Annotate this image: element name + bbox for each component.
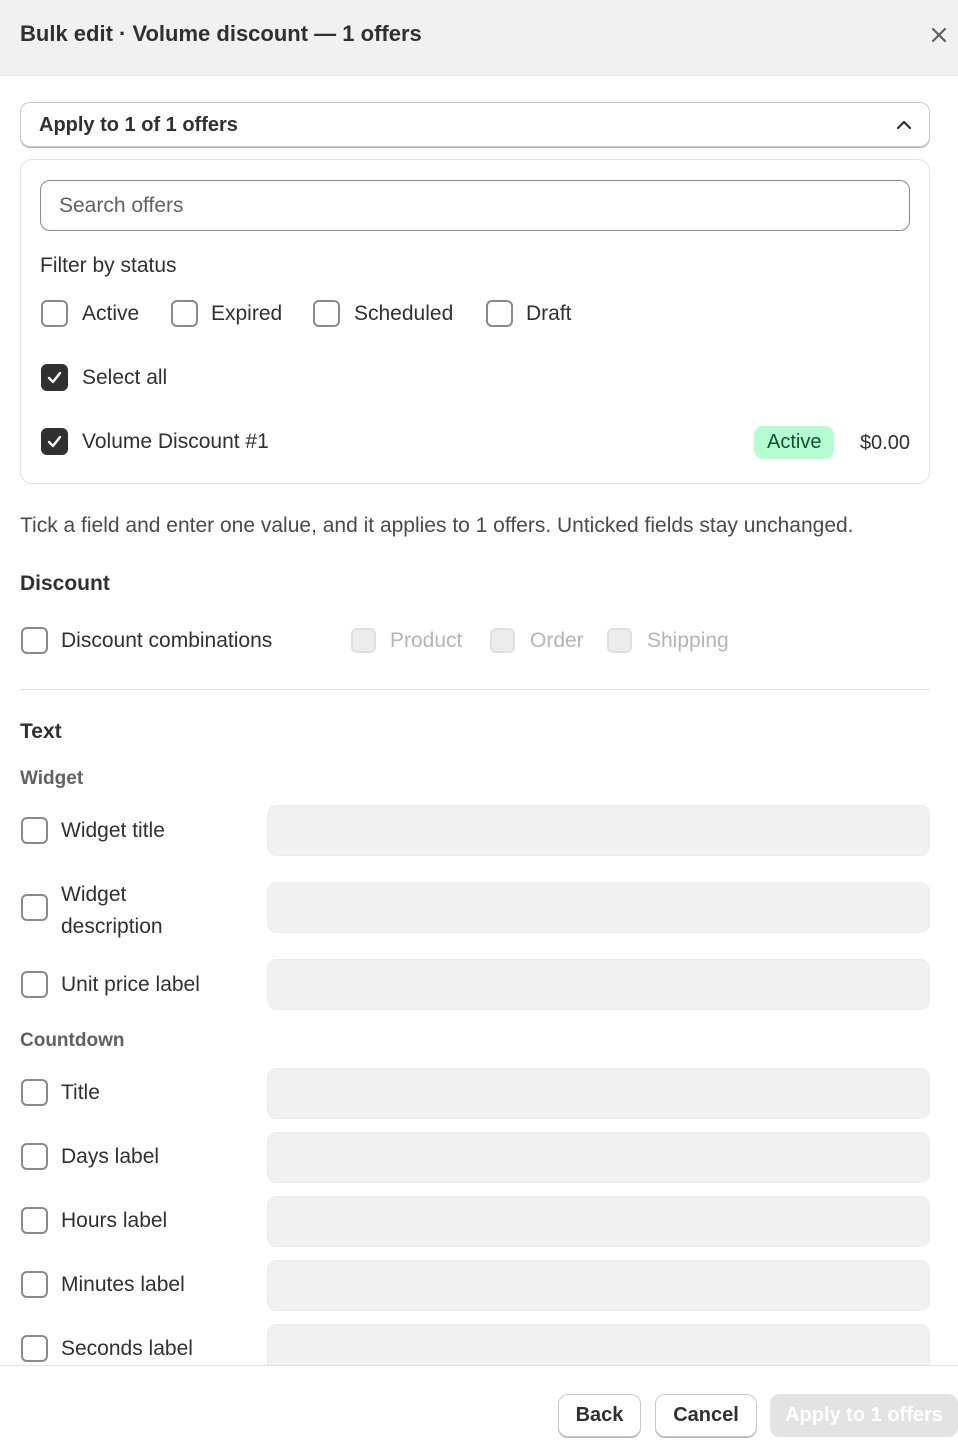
select-all-checkbox[interactable] [41,364,68,391]
back-button[interactable]: Back [558,1394,641,1437]
checkmark-icon [47,435,62,448]
apply-button[interactable]: Apply to 1 offers [770,1394,958,1437]
apply-to-offers-toggle[interactable]: Apply to 1 of 1 offers [20,102,930,147]
hours-label-input[interactable] [267,1196,930,1247]
product-combination-checkbox[interactable] [351,628,376,653]
days-label-checkbox[interactable] [21,1143,48,1170]
offer-price: $0.00 [859,432,910,454]
cancel-button[interactable]: Cancel [655,1394,757,1437]
status-draft-checkbox[interactable] [486,300,513,327]
widget-title-checkbox[interactable] [21,817,48,844]
countdown-title-checkbox[interactable] [21,1079,48,1106]
seconds-label-checkbox[interactable] [21,1335,48,1362]
section-divider [20,689,930,690]
discount-combinations-checkbox[interactable] [21,627,48,654]
status-expired-checkbox[interactable] [171,300,198,327]
checkmark-icon [47,371,62,384]
shipping-combination-checkbox[interactable] [607,628,632,653]
minutes-label-label: Minutes label [61,1273,185,1296]
unit-price-label-checkbox[interactable] [21,971,48,998]
offer-checkbox[interactable] [41,428,68,455]
product-combination-label: Product [390,629,463,652]
days-label-label: Days label [61,1145,160,1168]
modal-footer: Back Cancel Apply to 1 offers [0,1365,958,1452]
modal-body[interactable]: Apply to 1 of 1 offers Filter by status … [0,76,958,1365]
seconds-label-label: Seconds label [61,1337,193,1360]
widget-description-checkbox[interactable] [21,894,48,921]
widget-title-input[interactable] [267,805,930,856]
status-active-label: Active [82,302,140,325]
discount-combinations-label: Discount combinations [61,629,273,652]
widget-title-label: Widget title [61,819,165,842]
text-section-title: Text [20,720,62,743]
discount-section-title: Discount [20,572,110,595]
minutes-label-input[interactable] [267,1260,930,1311]
shipping-combination-label: Shipping [647,629,729,652]
filter-by-status-label: Filter by status [40,254,177,277]
offer-name: Volume Discount #1 [82,430,269,453]
status-active-checkbox[interactable] [41,300,68,327]
modal-header: Bulk edit · Volume discount — 1 offers [0,0,958,76]
close-icon [931,27,947,43]
widget-description-input[interactable] [267,882,930,933]
unit-price-label-label: Unit price label [61,973,200,996]
close-button[interactable] [926,22,952,48]
status-expired-label: Expired [211,302,283,325]
helper-text: Tick a field and enter one value, and it… [20,514,854,537]
widget-description-label: Widget description [61,883,163,938]
hours-label-label: Hours label [61,1209,168,1232]
status-badge: Active [754,426,835,459]
chevron-up-icon [896,120,912,130]
order-combination-label: Order [530,629,584,652]
order-combination-checkbox[interactable] [490,628,515,653]
days-label-input[interactable] [267,1132,930,1183]
status-scheduled-checkbox[interactable] [313,300,340,327]
seconds-label-input[interactable] [267,1324,930,1365]
apply-to-offers-label: Apply to 1 of 1 offers [39,114,238,136]
select-all-label: Select all [82,366,168,389]
hours-label-checkbox[interactable] [21,1207,48,1234]
countdown-title-label: Title [61,1081,100,1104]
countdown-title-input[interactable] [267,1068,930,1119]
unit-price-label-input[interactable] [267,959,930,1010]
offer-selection-panel: Filter by status Active Expired Schedule… [20,159,930,484]
widget-subsection-title: Widget [20,768,84,789]
search-offers-input[interactable] [40,180,910,231]
minutes-label-checkbox[interactable] [21,1271,48,1298]
status-draft-label: Draft [526,302,572,325]
modal-title: Bulk edit · Volume discount — 1 offers [20,21,422,46]
countdown-subsection-title: Countdown [20,1030,125,1051]
status-scheduled-label: Scheduled [354,302,454,325]
